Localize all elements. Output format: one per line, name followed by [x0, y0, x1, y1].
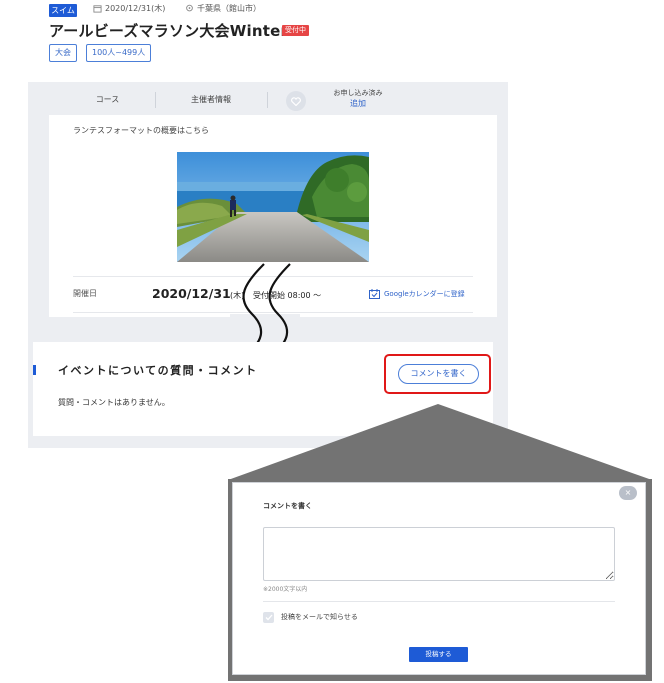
character-limit-note: ※2000文字以内	[263, 586, 308, 593]
favorite-label: お申し込み済み	[333, 89, 383, 97]
divider	[263, 601, 615, 602]
tab-organizer[interactable]: 主催者情報	[155, 86, 267, 114]
google-calendar-link-text: Googleカレンダーに登録	[384, 290, 465, 298]
tag-size[interactable]: 100人~499人	[86, 44, 152, 62]
notify-email-checkbox[interactable]	[263, 612, 274, 623]
event-title: アールビーズマラソン大会Winter	[49, 22, 289, 40]
tab-separator	[267, 92, 268, 108]
event-date: 2020/12/31(木)	[93, 3, 165, 14]
tab-bar: コース 主催者情報 お申し込み済み 追加	[60, 86, 500, 114]
no-comments-text: 質問・コメントはありません。	[58, 398, 170, 407]
sport-badge: スイム	[49, 4, 77, 17]
submit-comment-button[interactable]: 投稿する	[409, 647, 468, 662]
notify-email-label: 投稿をメールで知らせる	[281, 613, 358, 621]
google-calendar-link[interactable]: Googleカレンダーに登録	[369, 289, 465, 299]
calendar-icon	[93, 5, 102, 13]
modal-title: コメントを書く	[263, 502, 312, 510]
comment-textarea[interactable]	[263, 527, 615, 581]
status-badge: 受付中	[282, 25, 309, 36]
favorite-button[interactable]	[286, 91, 306, 111]
heart-icon	[291, 96, 301, 106]
favorite-add-link[interactable]: 追加	[328, 98, 388, 109]
tag-category[interactable]: 大会	[49, 44, 77, 62]
highlight-box	[384, 354, 491, 394]
schedule-label: 開催日	[73, 289, 97, 298]
modal-close-button[interactable]: ×	[619, 486, 637, 500]
event-location-text: 千葉県（館山市）	[197, 4, 261, 13]
event-location: 千葉県（館山市）	[185, 3, 261, 14]
tab-course[interactable]: コース	[60, 86, 155, 114]
schedule-date: 2020/12/31	[152, 286, 231, 301]
page-break-wave	[230, 263, 300, 353]
comment-section-title: イベントについての質問・コメント	[58, 364, 258, 377]
event-date-text: 2020/12/31(木)	[105, 4, 166, 13]
calendar-check-icon	[369, 289, 380, 299]
summary-text: ランテスフォーマットの概要はこちら	[73, 126, 209, 135]
location-pin-icon	[186, 4, 193, 12]
check-icon	[265, 614, 272, 621]
event-photo	[177, 152, 369, 262]
section-accent-bar	[33, 365, 36, 375]
